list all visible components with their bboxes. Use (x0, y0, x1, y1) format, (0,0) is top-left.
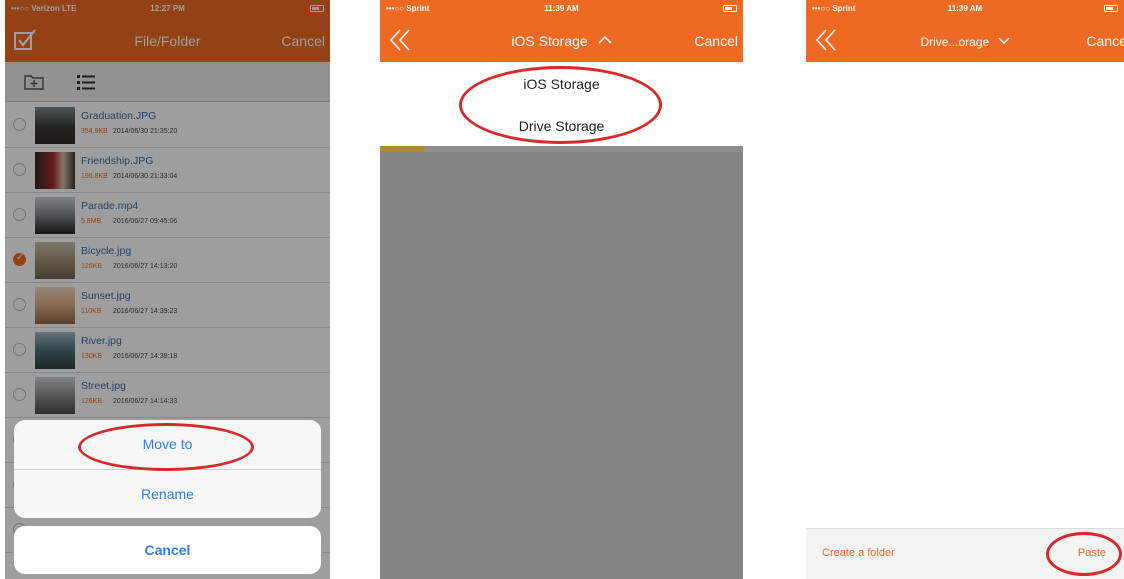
create-folder-button[interactable]: Create a folder (822, 547, 895, 559)
clock: 11:39 AM (947, 4, 983, 13)
screen-file-actions: •••○○ Verizon LTE 12:27 PM File/Folder C… (5, 0, 330, 579)
folder-content (806, 62, 1124, 528)
nav-bar: Drive...orage Cancel (806, 17, 1124, 62)
chevron-up-icon (598, 35, 612, 44)
screen-drive-paste: •••○○ Sprint 11:39 AM Drive...orage Canc… (806, 0, 1124, 579)
cancel-button[interactable]: Cancel (1086, 33, 1124, 49)
status-bar: •••○○ Sprint 11:39 AM (380, 0, 743, 17)
chevron-down-icon (997, 37, 1010, 45)
cancel-button[interactable]: Cancel (694, 33, 738, 49)
annotation-circle (459, 66, 662, 144)
nav-bar: iOS Storage Cancel (380, 17, 743, 62)
storage-selector[interactable]: iOS Storage (380, 33, 743, 49)
status-bar: •••○○ Sprint 11:39 AM (806, 0, 1124, 17)
action-sheet-cancel-button[interactable]: Cancel (14, 526, 321, 574)
storage-title: iOS Storage (511, 33, 588, 49)
storage-selector[interactable]: Drive...orage (806, 35, 1124, 49)
annotation-circle (1046, 532, 1122, 576)
battery-icon (723, 5, 737, 12)
clock: 11:39 AM (544, 4, 579, 13)
screen-storage-picker: •••○○ Sprint 11:39 AM iOS Storage Cancel… (380, 0, 743, 579)
rename-button[interactable]: Rename (14, 469, 321, 518)
dimmed-content[interactable] (380, 152, 743, 579)
storage-title: Drive...orage (920, 35, 990, 49)
battery-icon (1104, 5, 1118, 12)
annotation-circle (78, 423, 254, 471)
